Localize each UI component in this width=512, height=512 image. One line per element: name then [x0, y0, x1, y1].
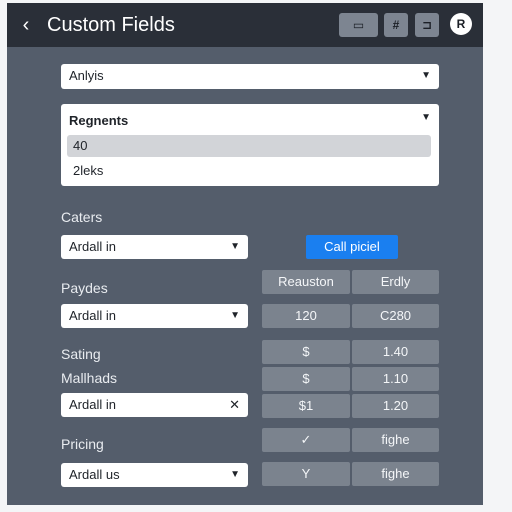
sating-label: Sating — [61, 346, 101, 362]
chevron-down-icon: ▼ — [230, 469, 240, 480]
table-cell[interactable]: $ — [262, 340, 350, 364]
mallhads-label: Mallhads — [61, 370, 118, 386]
analysis-select-value: Anlyis — [69, 68, 104, 83]
caters-select[interactable]: Ardall in ▼ — [61, 235, 248, 259]
chevron-down-icon: ▼ — [230, 310, 240, 321]
table-cell[interactable]: $1 — [262, 394, 350, 418]
table-cell[interactable]: 1.20 — [352, 394, 439, 418]
close-icon[interactable]: ✕ — [229, 393, 240, 417]
table-cell[interactable]: 1.40 — [352, 340, 439, 364]
dropdown-option-selected[interactable]: 40 — [67, 135, 431, 157]
pricing-label: Pricing — [61, 436, 104, 452]
table-cell[interactable]: C280 — [352, 304, 439, 328]
table-cell[interactable]: fighe — [352, 462, 439, 486]
table-cell[interactable]: 120 — [262, 304, 350, 328]
mallhads-input-value: Ardall in — [69, 397, 116, 412]
avatar[interactable]: R — [450, 13, 472, 35]
mallhads-input[interactable]: Ardall in ✕ — [61, 393, 248, 417]
caters-select-value: Ardall in — [69, 239, 116, 254]
page-title: Custom Fields — [47, 14, 175, 36]
regnents-dropdown[interactable]: Regnents ▼ 40 2leks — [61, 104, 439, 186]
window-icon: ▭ — [352, 18, 365, 32]
table-cell[interactable]: Y — [262, 462, 350, 486]
dropdown-option[interactable]: 2leks — [67, 160, 431, 182]
paydes-select-value: Ardall in — [69, 308, 116, 323]
paydes-label: Paydes — [61, 280, 108, 296]
table-cell[interactable]: fighe — [352, 428, 439, 452]
hash-icon: # — [392, 18, 400, 32]
chevron-down-icon[interactable]: ▼ — [421, 112, 431, 123]
table-header[interactable]: Reauston — [262, 270, 350, 294]
chevron-down-icon: ▼ — [230, 241, 240, 252]
table-cell[interactable]: ✓ — [262, 428, 350, 452]
paydes-select[interactable]: Ardall in ▼ — [61, 304, 248, 328]
pricing-select-value: Ardall us — [69, 467, 120, 482]
document-icon: ⊐ — [421, 18, 433, 32]
table-cell[interactable]: 1.10 — [352, 367, 439, 391]
back-icon[interactable]: ‹ — [15, 13, 37, 37]
pricing-select[interactable]: Ardall us ▼ — [61, 463, 248, 487]
caters-label: Caters — [61, 209, 103, 225]
call-button[interactable]: Call piciel — [306, 235, 398, 259]
custom-fields-panel: ‹ Custom Fields ▭ # ⊐ R Anlyis ▼ Regnent… — [7, 3, 483, 505]
document-button[interactable]: ⊐ — [415, 13, 439, 37]
window-button[interactable]: ▭ — [339, 13, 378, 37]
hash-button[interactable]: # — [384, 13, 408, 37]
dropdown-header: Regnents — [69, 113, 129, 128]
analysis-select[interactable]: Anlyis ▼ — [61, 64, 439, 89]
chevron-down-icon: ▼ — [421, 70, 431, 81]
table-cell[interactable]: $ — [262, 367, 350, 391]
top-bar: ‹ Custom Fields ▭ # ⊐ R — [7, 3, 483, 47]
table-header[interactable]: Erdly — [352, 270, 439, 294]
